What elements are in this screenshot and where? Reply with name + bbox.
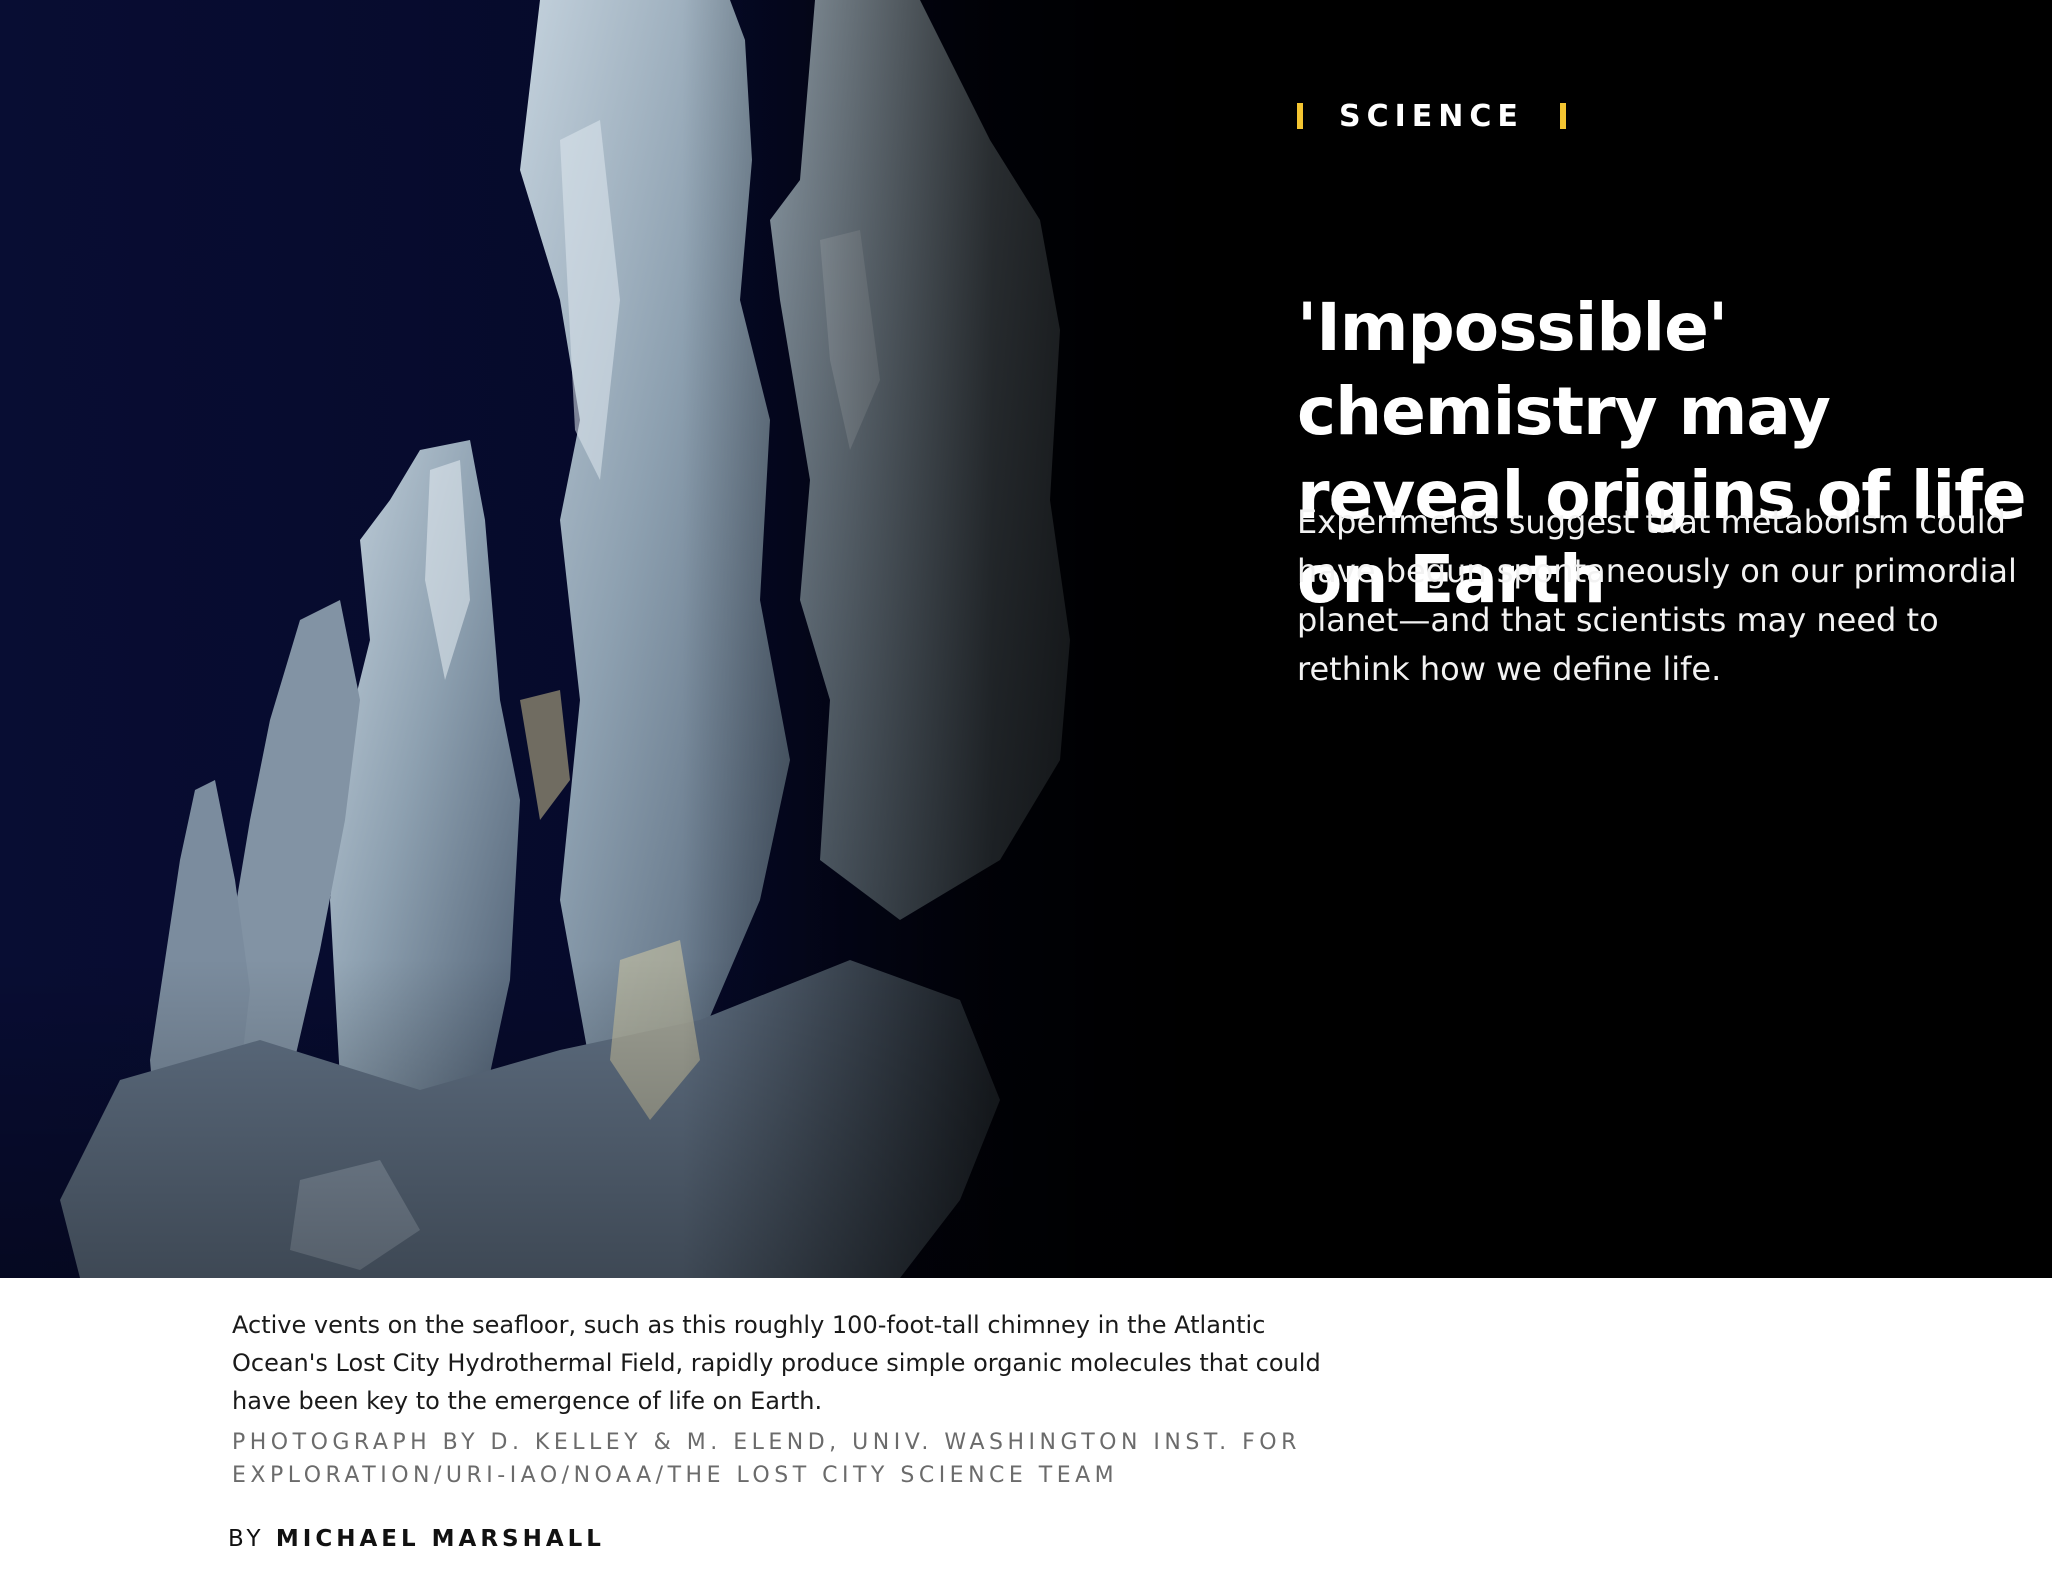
- section-label[interactable]: SCIENCE: [1339, 99, 1524, 134]
- hydrothermal-chimney-image: [0, 0, 1240, 1278]
- kicker-bar-left: [1297, 103, 1303, 129]
- byline: BY MICHAEL MARSHALL: [228, 1526, 605, 1552]
- photo-credit: PHOTOGRAPH BY D. KELLEY & M. ELEND, UNIV…: [232, 1430, 1301, 1488]
- section-kicker[interactable]: SCIENCE: [1297, 96, 2037, 136]
- photo-caption-block: Active vents on the seafloor, such as th…: [232, 1306, 1372, 1492]
- byline-prefix: BY: [228, 1526, 265, 1552]
- article-dek: Experiments suggest that metabolism coul…: [1297, 503, 2017, 688]
- author-name[interactable]: MICHAEL MARSHALL: [276, 1526, 605, 1552]
- hero-text-block: SCIENCE 'Impossible' chemistry may revea…: [1297, 96, 2037, 688]
- hero-section: SCIENCE 'Impossible' chemistry may revea…: [0, 0, 2052, 1278]
- kicker-bar-right: [1559, 103, 1566, 129]
- photo-caption: Active vents on the seafloor, such as th…: [232, 1311, 1321, 1415]
- hero-photo: [0, 0, 1240, 1278]
